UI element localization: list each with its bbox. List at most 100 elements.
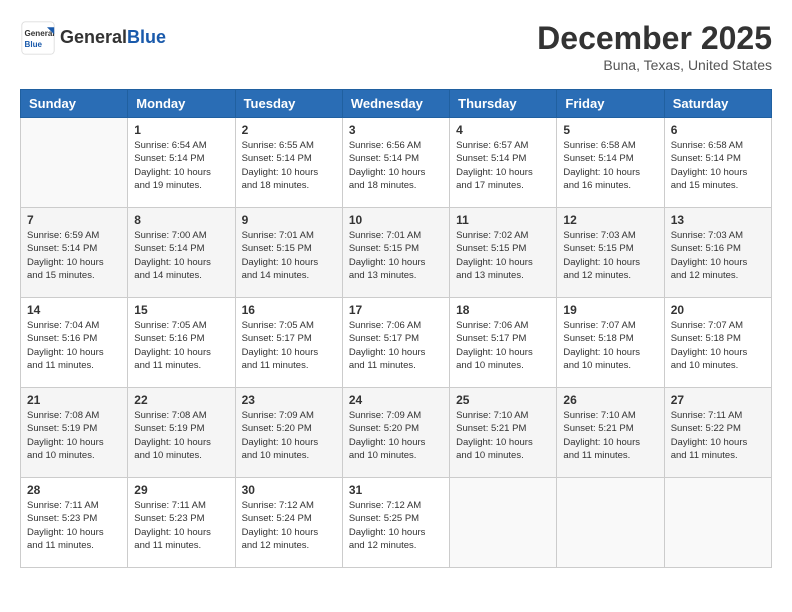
day-number: 26 [563, 393, 657, 407]
day-info: Sunrise: 7:01 AMSunset: 5:15 PMDaylight:… [242, 229, 336, 282]
weekday-header-friday: Friday [557, 90, 664, 118]
day-cell-22: 22 Sunrise: 7:08 AMSunset: 5:19 PMDayligh… [128, 388, 235, 478]
day-number: 15 [134, 303, 228, 317]
day-info: Sunrise: 7:06 AMSunset: 5:17 PMDaylight:… [456, 319, 550, 372]
day-number: 19 [563, 303, 657, 317]
day-info: Sunrise: 7:02 AMSunset: 5:15 PMDaylight:… [456, 229, 550, 282]
day-number: 28 [27, 483, 121, 497]
day-number: 7 [27, 213, 121, 227]
day-number: 18 [456, 303, 550, 317]
month-title: December 2025 [537, 20, 772, 57]
day-cell-10: 10 Sunrise: 7:01 AMSunset: 5:15 PMDayligh… [342, 208, 449, 298]
day-cell-9: 9 Sunrise: 7:01 AMSunset: 5:15 PMDaylight… [235, 208, 342, 298]
calendar-table: SundayMondayTuesdayWednesdayThursdayFrid… [20, 89, 772, 568]
day-number: 1 [134, 123, 228, 137]
day-cell-28: 28 Sunrise: 7:11 AMSunset: 5:23 PMDayligh… [21, 478, 128, 568]
day-number: 10 [349, 213, 443, 227]
svg-text:General: General [25, 29, 55, 38]
day-cell-8: 8 Sunrise: 7:00 AMSunset: 5:14 PMDaylight… [128, 208, 235, 298]
logo-icon: General Blue [20, 20, 56, 56]
day-cell-12: 12 Sunrise: 7:03 AMSunset: 5:15 PMDayligh… [557, 208, 664, 298]
day-info: Sunrise: 7:08 AMSunset: 5:19 PMDaylight:… [134, 409, 228, 462]
day-cell-23: 23 Sunrise: 7:09 AMSunset: 5:20 PMDayligh… [235, 388, 342, 478]
day-number: 16 [242, 303, 336, 317]
location: Buna, Texas, United States [537, 57, 772, 73]
day-info: Sunrise: 7:01 AMSunset: 5:15 PMDaylight:… [349, 229, 443, 282]
day-number: 25 [456, 393, 550, 407]
calendar-week-3: 14 Sunrise: 7:04 AMSunset: 5:16 PMDayligh… [21, 298, 772, 388]
day-info: Sunrise: 6:58 AMSunset: 5:14 PMDaylight:… [563, 139, 657, 192]
day-number: 27 [671, 393, 765, 407]
day-cell-3: 3Sunrise: 6:56 AMSunset: 5:14 PMDaylight… [342, 118, 449, 208]
day-cell-16: 16 Sunrise: 7:05 AMSunset: 5:17 PMDayligh… [235, 298, 342, 388]
day-number: 31 [349, 483, 443, 497]
weekday-header-row: SundayMondayTuesdayWednesdayThursdayFrid… [21, 90, 772, 118]
svg-text:Blue: Blue [25, 40, 43, 49]
day-number: 22 [134, 393, 228, 407]
day-info: Sunrise: 7:05 AMSunset: 5:16 PMDaylight:… [134, 319, 228, 372]
day-cell-14: 14 Sunrise: 7:04 AMSunset: 5:16 PMDayligh… [21, 298, 128, 388]
page-header: General Blue GeneralBlue December 2025 B… [20, 20, 772, 73]
empty-cell [664, 478, 771, 568]
day-info: Sunrise: 7:03 AMSunset: 5:15 PMDaylight:… [563, 229, 657, 282]
day-cell-21: 21 Sunrise: 7:08 AMSunset: 5:19 PMDayligh… [21, 388, 128, 478]
weekday-header-tuesday: Tuesday [235, 90, 342, 118]
day-cell-11: 11Sunrise: 7:02 AMSunset: 5:15 PMDayligh… [450, 208, 557, 298]
empty-cell [557, 478, 664, 568]
day-cell-13: 13 Sunrise: 7:03 AMSunset: 5:16 PMDayligh… [664, 208, 771, 298]
weekday-header-saturday: Saturday [664, 90, 771, 118]
weekday-header-thursday: Thursday [450, 90, 557, 118]
day-info: Sunrise: 7:00 AMSunset: 5:14 PMDaylight:… [134, 229, 228, 282]
weekday-header-monday: Monday [128, 90, 235, 118]
day-cell-25: 25 Sunrise: 7:10 AMSunset: 5:21 PMDayligh… [450, 388, 557, 478]
day-cell-2: 2 Sunrise: 6:55 AMSunset: 5:14 PMDaylight… [235, 118, 342, 208]
day-cell-7: 7Sunrise: 6:59 AMSunset: 5:14 PMDaylight… [21, 208, 128, 298]
logo-blue-text: Blue [127, 27, 166, 47]
day-number: 6 [671, 123, 765, 137]
day-number: 30 [242, 483, 336, 497]
calendar-week-5: 28 Sunrise: 7:11 AMSunset: 5:23 PMDayligh… [21, 478, 772, 568]
day-cell-20: 20Sunrise: 7:07 AMSunset: 5:18 PMDayligh… [664, 298, 771, 388]
day-info: Sunrise: 7:08 AMSunset: 5:19 PMDaylight:… [27, 409, 121, 462]
day-number: 13 [671, 213, 765, 227]
day-number: 4 [456, 123, 550, 137]
title-block: December 2025 Buna, Texas, United States [537, 20, 772, 73]
day-number: 2 [242, 123, 336, 137]
logo-general-text: General [60, 27, 127, 47]
day-number: 8 [134, 213, 228, 227]
calendar-week-2: 7Sunrise: 6:59 AMSunset: 5:14 PMDaylight… [21, 208, 772, 298]
day-cell-27: 27 Sunrise: 7:11 AMSunset: 5:22 PMDayligh… [664, 388, 771, 478]
day-number: 29 [134, 483, 228, 497]
day-cell-17: 17Sunrise: 7:06 AMSunset: 5:17 PMDayligh… [342, 298, 449, 388]
weekday-header-wednesday: Wednesday [342, 90, 449, 118]
day-number: 5 [563, 123, 657, 137]
day-cell-30: 30 Sunrise: 7:12 AMSunset: 5:24 PMDayligh… [235, 478, 342, 568]
day-info: Sunrise: 6:57 AMSunset: 5:14 PMDaylight:… [456, 139, 550, 192]
day-info: Sunrise: 7:12 AMSunset: 5:24 PMDaylight:… [242, 499, 336, 552]
day-number: 9 [242, 213, 336, 227]
day-info: Sunrise: 7:04 AMSunset: 5:16 PMDaylight:… [27, 319, 121, 372]
day-number: 23 [242, 393, 336, 407]
empty-cell [450, 478, 557, 568]
day-number: 3 [349, 123, 443, 137]
day-info: Sunrise: 7:09 AMSunset: 5:20 PMDaylight:… [349, 409, 443, 462]
day-number: 14 [27, 303, 121, 317]
calendar-week-1: 1Sunrise: 6:54 AMSunset: 5:14 PMDaylight… [21, 118, 772, 208]
day-cell-15: 15 Sunrise: 7:05 AMSunset: 5:16 PMDayligh… [128, 298, 235, 388]
day-info: Sunrise: 6:55 AMSunset: 5:14 PMDaylight:… [242, 139, 336, 192]
day-info: Sunrise: 7:12 AMSunset: 5:25 PMDaylight:… [349, 499, 443, 552]
day-info: Sunrise: 7:10 AMSunset: 5:21 PMDaylight:… [456, 409, 550, 462]
day-number: 24 [349, 393, 443, 407]
day-info: Sunrise: 7:05 AMSunset: 5:17 PMDaylight:… [242, 319, 336, 372]
day-number: 12 [563, 213, 657, 227]
day-cell-4: 4 Sunrise: 6:57 AMSunset: 5:14 PMDaylight… [450, 118, 557, 208]
day-info: Sunrise: 7:09 AMSunset: 5:20 PMDaylight:… [242, 409, 336, 462]
day-number: 20 [671, 303, 765, 317]
day-info: Sunrise: 7:11 AMSunset: 5:22 PMDaylight:… [671, 409, 765, 462]
day-cell-31: 31 Sunrise: 7:12 AMSunset: 5:25 PMDayligh… [342, 478, 449, 568]
day-info: Sunrise: 7:11 AMSunset: 5:23 PMDaylight:… [27, 499, 121, 552]
empty-cell [21, 118, 128, 208]
day-info: Sunrise: 7:03 AMSunset: 5:16 PMDaylight:… [671, 229, 765, 282]
day-number: 21 [27, 393, 121, 407]
weekday-header-sunday: Sunday [21, 90, 128, 118]
